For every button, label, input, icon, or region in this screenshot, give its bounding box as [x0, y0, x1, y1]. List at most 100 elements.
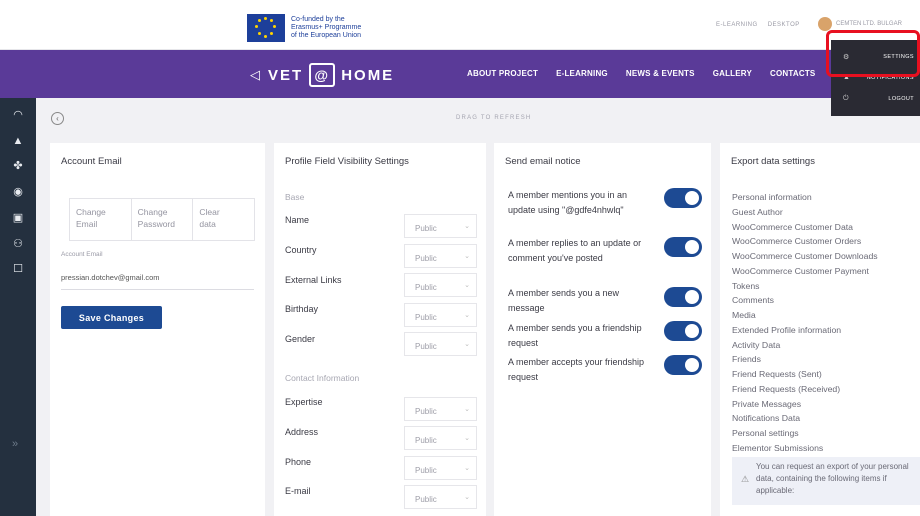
- visibility-select-expertise[interactable]: Public ⌄: [404, 397, 477, 421]
- archive-icon[interactable]: ☐: [10, 261, 26, 277]
- main-navbar: ◁ VET @ HOME ABOUT PROJECT E-LEARNING NE…: [0, 50, 920, 98]
- activity-icon[interactable]: ✤: [10, 158, 26, 174]
- tab-clear-data[interactable]: Clear data: [193, 199, 254, 240]
- nav-elearning[interactable]: E-LEARNING: [556, 69, 608, 78]
- toggle-friend-request[interactable]: [664, 321, 702, 341]
- list-item: Activity Data: [732, 339, 781, 350]
- email-field[interactable]: pressian.dotchev@gmail.com: [61, 273, 160, 282]
- visibility-select-gender[interactable]: Public ⌄: [404, 332, 477, 356]
- toggle-mention[interactable]: [664, 188, 702, 208]
- section-contact-information: Contact Information: [285, 373, 360, 383]
- email-notice-panel: Send email notice A member mentions you …: [494, 143, 711, 516]
- brand-at: @: [309, 63, 336, 87]
- nav-contacts[interactable]: CONTACTS: [770, 69, 815, 78]
- eu-cofunded-logo: Co-funded by the Erasmus+ Programme of t…: [247, 14, 381, 42]
- visibility-select-country[interactable]: Public ⌄: [404, 244, 477, 268]
- toggle-reply[interactable]: [664, 237, 702, 257]
- chevron-down-icon: ⌄: [464, 282, 470, 289]
- field-label-address: Address: [285, 427, 319, 437]
- top-link-elearning[interactable]: E-LEARNING: [716, 22, 758, 28]
- left-sidebar: ◠ ▲ ✤ ◉ ▣ ⚇ ☐ »: [0, 98, 36, 516]
- top-bar: Co-funded by the Erasmus+ Programme of t…: [0, 0, 920, 50]
- notice-reply: A member replies to an update or comment…: [508, 238, 642, 263]
- notice-friend-request: A member sends you a friendship request: [508, 323, 642, 348]
- list-item: Extended Profile information: [732, 324, 842, 335]
- expand-sidebar-icon[interactable]: »: [12, 438, 18, 450]
- field-label-name: Name: [285, 215, 310, 225]
- back-icon[interactable]: ‹: [51, 112, 64, 125]
- visibility-select-name[interactable]: Public ⌄: [404, 214, 477, 238]
- tab-change-password[interactable]: Change Password: [132, 199, 194, 240]
- notice-mention: A member mentions you in an update using…: [508, 190, 628, 215]
- list-item: Private Messages: [732, 398, 802, 409]
- export-data-panel: Export data settings Personal informatio…: [720, 143, 920, 516]
- field-label-phone: Phone: [285, 457, 312, 467]
- account-email-title: Account Email: [61, 156, 122, 167]
- field-label-email: E-mail: [285, 486, 311, 496]
- eu-text: Co-funded by the Erasmus+ Programme of t…: [291, 16, 362, 39]
- account-email-panel: Account Email Change Email Change Passwo…: [50, 143, 265, 516]
- user-icon[interactable]: ◉: [10, 184, 26, 200]
- avatar[interactable]: [818, 17, 832, 31]
- brand-right: HOME: [341, 66, 395, 84]
- notice-friend-accept: A member accepts your friendship request: [508, 357, 645, 382]
- dashboard-icon[interactable]: ◠: [10, 107, 26, 123]
- profile-visibility-title: Profile Field Visibility Settings: [285, 156, 409, 167]
- field-label-expertise: Expertise: [285, 397, 323, 407]
- warning-icon: ⚠: [741, 474, 750, 484]
- toggle-friend-accept[interactable]: [664, 355, 702, 375]
- list-item: Friends: [732, 354, 761, 365]
- toggle-message[interactable]: [664, 287, 702, 307]
- list-item: Tokens: [732, 280, 760, 291]
- list-item: WooCommerce Customer Payment: [732, 265, 869, 276]
- visibility-select-address[interactable]: Public ⌄: [404, 426, 477, 450]
- visibility-select-email[interactable]: Public ⌄: [404, 485, 477, 509]
- list-item: Notifications Data: [732, 413, 801, 424]
- profile-visibility-panel: Profile Field Visibility Settings Base N…: [274, 143, 486, 516]
- briefcase-icon[interactable]: ▣: [10, 210, 26, 226]
- field-label-birthday: Birthday: [285, 304, 319, 314]
- nav-about-project[interactable]: ABOUT PROJECT: [467, 69, 538, 78]
- tab-change-email[interactable]: Change Email: [70, 199, 132, 240]
- nav-news-events[interactable]: NEWS & EVENTS: [626, 69, 695, 78]
- user-name[interactable]: CEMTEN LTD. BULGAR: [836, 21, 902, 27]
- drag-to-refresh: DRAG TO REFRESH: [456, 115, 532, 121]
- list-item: Friend Requests (Sent): [732, 369, 822, 379]
- graduation-cap-icon[interactable]: ▲: [10, 133, 26, 149]
- site-logo[interactable]: ◁ VET @ HOME: [250, 63, 394, 87]
- user-menu[interactable]: CEMTEN LTD. BULGAR: [818, 17, 902, 31]
- list-item: Personal information: [732, 192, 812, 202]
- account-email-label: Account Email: [61, 251, 103, 258]
- nav-gallery[interactable]: GALLERY: [713, 69, 752, 78]
- menu-item-logout[interactable]: ⏻ LOGOUT: [831, 88, 920, 109]
- visibility-select-external-links[interactable]: Public ⌄: [404, 273, 477, 297]
- chevron-down-icon: ⌄: [464, 223, 470, 230]
- chevron-down-icon: ⌄: [464, 494, 470, 501]
- top-links: E-LEARNING DESKTOP: [716, 22, 800, 28]
- list-item: WooCommerce Customer Orders: [732, 236, 862, 247]
- notice-message: A member sends you a new message: [508, 288, 620, 313]
- list-item: Comments: [732, 295, 774, 306]
- chevron-down-icon: ⌄: [464, 435, 470, 442]
- email-notice-title: Send email notice: [505, 156, 581, 167]
- users-icon[interactable]: ⚇: [10, 236, 26, 252]
- export-info-box: ⚠ You can request an export of your pers…: [732, 457, 920, 505]
- list-item: WooCommerce Customer Data: [732, 221, 854, 232]
- list-item: Friend Requests (Received): [732, 383, 841, 394]
- list-item: Elementor Submissions: [732, 442, 824, 453]
- account-tabs: Change Email Change Password Clear data: [69, 198, 255, 241]
- section-base: Base: [285, 192, 305, 202]
- settings-highlight-box: [826, 30, 920, 77]
- chevron-down-icon: ⌄: [464, 253, 470, 260]
- save-changes-button[interactable]: Save Changes: [61, 306, 162, 329]
- list-item: WooCommerce Customer Downloads: [732, 251, 878, 261]
- list-item: Personal settings: [732, 428, 799, 438]
- chevron-down-icon: ⌄: [464, 406, 470, 413]
- top-link-desktop[interactable]: DESKTOP: [768, 22, 800, 28]
- email-field-underline: [61, 289, 254, 290]
- list-item: Guest Author: [732, 206, 783, 217]
- visibility-select-birthday[interactable]: Public ⌄: [404, 303, 477, 327]
- field-label-external-links: External Links: [285, 275, 342, 285]
- visibility-select-phone[interactable]: Public ⌄: [404, 456, 477, 480]
- eu-flag-icon: [247, 14, 285, 42]
